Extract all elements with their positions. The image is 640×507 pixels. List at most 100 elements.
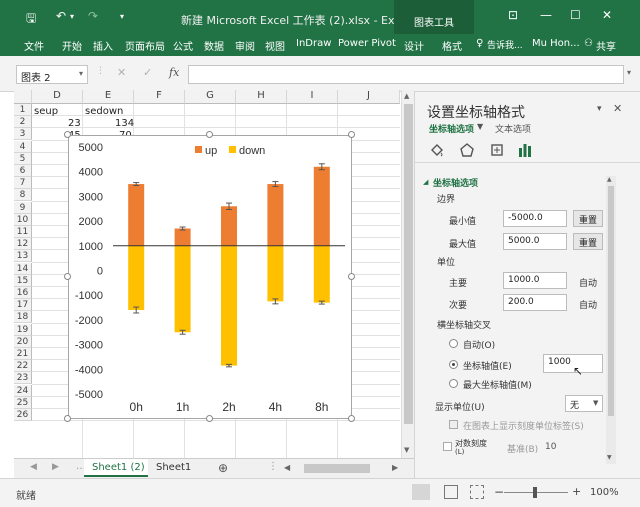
resize-handle[interactable] [206, 415, 213, 422]
page-layout-view-icon[interactable] [444, 485, 458, 499]
hscroll-thumb[interactable] [304, 464, 370, 473]
row-header[interactable]: 14 [14, 262, 32, 275]
pane-scroll-thumb[interactable] [608, 186, 614, 416]
resize-handle[interactable] [348, 131, 355, 138]
tab-text-options[interactable]: 文本选项 [495, 122, 531, 135]
name-box[interactable]: 图表 2 [16, 65, 88, 84]
column-header[interactable]: E [83, 90, 134, 104]
tab-power-pivot[interactable]: Power Pivot [338, 38, 396, 49]
share-button[interactable]: 共享 [596, 38, 616, 53]
axis-options-dropdown-icon[interactable]: ▼ [477, 122, 483, 131]
close-window-icon[interactable]: ✕ [602, 8, 612, 22]
column-header[interactable]: F [134, 90, 185, 104]
row-header[interactable]: 4 [14, 140, 32, 153]
resize-handle[interactable] [64, 415, 71, 422]
tab-data[interactable]: 数据 [204, 38, 224, 53]
radio-auto-label[interactable]: 自动(O) [463, 338, 495, 351]
cell-d1[interactable]: seup [34, 106, 58, 117]
section-axis-options[interactable]: 坐标轴选项 [433, 176, 478, 189]
zoom-in-button[interactable]: + [572, 485, 581, 498]
hscroll-right-icon[interactable]: ▶ [392, 463, 398, 472]
tab-file[interactable]: 文件 [24, 38, 44, 53]
row-header[interactable]: 12 [14, 238, 32, 251]
column-header[interactable]: H [236, 90, 287, 104]
row-header[interactable]: 22 [14, 360, 32, 373]
page-break-view-icon[interactable] [470, 485, 484, 499]
zoom-slider-thumb[interactable] [533, 487, 537, 498]
row-header[interactable]: 17 [14, 299, 32, 312]
max-bound-input[interactable]: 5000.0 [503, 233, 567, 250]
minimize-icon[interactable]: — [540, 8, 552, 22]
tab-split-icon[interactable]: ⋮ [268, 461, 278, 472]
section-collapse-icon[interactable]: ◢ [423, 178, 428, 186]
tab-formulas[interactable]: 公式 [173, 38, 193, 53]
display-units-dropdown-icon[interactable]: ▼ [593, 399, 598, 407]
tab-view[interactable]: 视图 [265, 38, 285, 53]
major-unit-input[interactable]: 1000.0 [503, 272, 567, 289]
scroll-down-icon[interactable]: ▼ [404, 446, 409, 454]
show-units-checkbox[interactable] [449, 420, 458, 429]
row-header[interactable]: 15 [14, 274, 32, 287]
tab-format[interactable]: 格式 [442, 38, 462, 53]
zoom-out-button[interactable]: − [494, 485, 504, 499]
insert-function-icon[interactable]: fx [169, 66, 179, 79]
row-header[interactable]: 21 [14, 348, 32, 360]
vertical-scrollbar[interactable]: ▲ ▼ [401, 90, 414, 458]
row-header[interactable]: 20 [14, 335, 32, 348]
pane-scroll-down-icon[interactable]: ▼ [607, 454, 612, 461]
resize-handle[interactable] [206, 131, 213, 138]
resize-handle[interactable] [64, 131, 71, 138]
radio-axis-value-label[interactable]: 坐标轴值(E) [463, 359, 512, 372]
row-header[interactable]: 11 [14, 226, 32, 238]
major-auto-label[interactable]: 自动 [579, 276, 597, 289]
cell-d2[interactable]: 23 [68, 118, 81, 129]
maximize-icon[interactable]: ☐ [570, 8, 581, 22]
user-account[interactable]: Mu Hon... [532, 38, 580, 49]
undo-icon[interactable]: ↶ [56, 9, 66, 23]
row-header[interactable]: 9 [14, 201, 32, 214]
row-header[interactable]: 5 [14, 152, 32, 165]
fill-line-icon[interactable] [429, 142, 445, 158]
cancel-icon[interactable]: ✕ [117, 66, 126, 79]
formula-input[interactable] [188, 65, 624, 84]
tab-design[interactable]: 设计 [404, 38, 424, 53]
cell-e2[interactable]: 134 [115, 118, 134, 129]
resize-handle[interactable] [64, 273, 71, 280]
select-all-corner[interactable] [14, 90, 32, 104]
pane-scrollbar[interactable]: ▲ ▼ [606, 176, 616, 464]
minor-unit-input[interactable]: 200.0 [503, 294, 567, 311]
share-icon[interactable]: ⚇ [584, 38, 593, 49]
hscroll-left-icon[interactable]: ◀ [284, 463, 290, 472]
expand-formula-icon[interactable]: ▾ [627, 68, 631, 77]
reset-min-button[interactable]: 重置 [573, 210, 604, 227]
tab-home[interactable]: 开始 [62, 38, 82, 53]
row-header[interactable]: 25 [14, 396, 32, 409]
name-box-dropdown-icon[interactable]: ▾ [79, 69, 83, 78]
row-header[interactable]: 24 [14, 384, 32, 397]
row-header[interactable]: 7 [14, 177, 32, 190]
radio-max-axis-label[interactable]: 最大坐标轴值(M) [463, 378, 532, 391]
row-header[interactable]: 6 [14, 165, 32, 177]
radio-max-axis[interactable] [449, 379, 458, 388]
radio-auto[interactable] [449, 339, 458, 348]
row-header[interactable]: 10 [14, 213, 32, 226]
row-header[interactable]: 8 [14, 189, 32, 202]
sheet-tab-sheet1[interactable]: Sheet1 [148, 459, 200, 477]
chart-svg[interactable]: 5000 4000 3000 2000 1000 0 -1000 -2000 -3000 -400… [69, 136, 353, 420]
redo-icon[interactable]: ↷ [88, 9, 98, 23]
prev-sheet-icon[interactable]: ◀ [30, 462, 37, 472]
enter-icon[interactable]: ✓ [143, 66, 152, 79]
add-sheet-icon[interactable]: ⊕ [218, 461, 228, 475]
row-header[interactable]: 26 [14, 409, 32, 421]
cell-e1[interactable]: sedown [85, 106, 123, 117]
pane-close-icon[interactable]: ✕ [613, 102, 622, 115]
tab-indraw[interactable]: InDraw [296, 38, 331, 49]
normal-view-icon[interactable] [412, 484, 430, 500]
axis-options-chart-icon[interactable] [517, 142, 533, 158]
row-header[interactable]: 18 [14, 311, 32, 324]
reset-max-button[interactable]: 重置 [573, 233, 604, 250]
zoom-level[interactable]: 100% [590, 487, 619, 498]
pane-scroll-up-icon[interactable]: ▲ [607, 176, 612, 183]
resize-handle[interactable] [348, 273, 355, 280]
resize-handle[interactable] [348, 415, 355, 422]
